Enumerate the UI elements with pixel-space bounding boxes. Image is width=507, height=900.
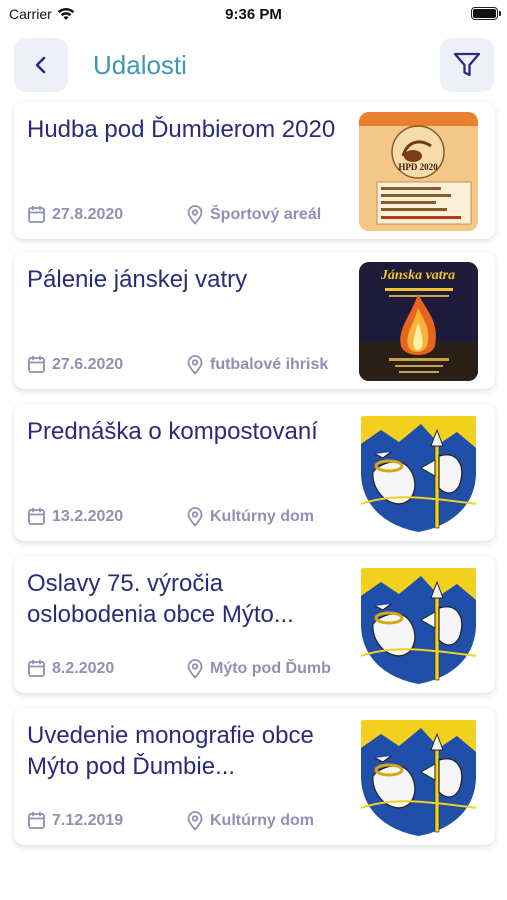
event-card[interactable]: Prednáška o kompostovaní 13.2.2020 Kultú… xyxy=(14,404,495,541)
event-place: futbalové ihrisk xyxy=(186,355,336,375)
event-place: Kultúrny dom xyxy=(186,811,336,831)
event-date: 8.2.2020 xyxy=(27,659,114,678)
event-card[interactable]: Pálenie jánskej vatry 27.6.2020 futbalov… xyxy=(14,252,495,389)
page-title: Udalosti xyxy=(93,50,187,80)
chevron-left-icon xyxy=(35,56,46,74)
calendar-icon xyxy=(28,659,45,677)
event-title: Uvedenie monografie obce Mýto pod Ďumbie… xyxy=(27,722,314,780)
poster-vatra-text: Jánska vatra xyxy=(380,268,455,283)
battery-icon xyxy=(471,7,501,20)
event-place: Mýto pod Ďumb xyxy=(186,659,336,679)
event-list[interactable]: Hudba pod Ďumbierom 2020 27.8.2020 Šport… xyxy=(0,100,507,900)
event-date-label: 7.12.2019 xyxy=(52,811,124,829)
event-place-label: Kultúrny dom xyxy=(210,812,314,829)
poster-hpd-text: HPD 2020 xyxy=(398,162,438,172)
coat-of-arms-graphic xyxy=(359,414,478,533)
event-date: 27.6.2020 xyxy=(27,355,123,374)
calendar-icon xyxy=(28,355,45,373)
event-place: Kultúrny dom xyxy=(186,507,336,527)
event-title: Oslavy 75. výročia oslobodenia obce Mýto… xyxy=(27,570,294,628)
location-pin-icon xyxy=(187,205,203,225)
event-title: Pálenie jánskej vatry xyxy=(27,266,248,293)
location-pin-icon xyxy=(187,507,203,527)
event-date-label: 27.8.2020 xyxy=(52,205,124,223)
calendar-icon xyxy=(28,507,45,525)
calendar-icon xyxy=(28,811,45,829)
poster-bonfire-graphic: Jánska vatra xyxy=(359,262,478,381)
location-pin-icon xyxy=(187,659,203,679)
event-place: Športový areál xyxy=(186,205,336,225)
event-place-label: Kultúrny dom xyxy=(210,508,314,525)
event-title: Prednáška o kompostovaní xyxy=(27,418,318,445)
event-poster-image: HPD 2020 xyxy=(359,112,478,231)
event-place-label: futbalové ihrisk xyxy=(210,356,329,373)
status-bar: Carrier 9:36 PM xyxy=(0,0,507,30)
coat-of-arms-graphic xyxy=(359,718,478,837)
event-card[interactable]: Uvedenie monografie obce Mýto pod Ďumbie… xyxy=(14,708,495,845)
navigation-header: Udalosti xyxy=(0,38,507,94)
event-date: 27.8.2020 xyxy=(27,205,123,224)
event-card[interactable]: Hudba pod Ďumbierom 2020 27.8.2020 Šport… xyxy=(14,102,495,239)
event-date-label: 8.2.2020 xyxy=(52,659,115,677)
filter-button[interactable] xyxy=(440,38,494,92)
clock: 9:36 PM xyxy=(225,6,282,23)
event-date: 7.12.2019 xyxy=(27,811,123,830)
event-title: Hudba pod Ďumbierom 2020 xyxy=(27,116,336,143)
coat-of-arms-image xyxy=(359,566,478,685)
filter-icon xyxy=(453,52,481,77)
event-date-label: 13.2.2020 xyxy=(52,507,124,525)
location-pin-icon xyxy=(187,355,203,375)
event-date: 13.2.2020 xyxy=(27,507,123,526)
calendar-icon xyxy=(28,205,45,223)
coat-of-arms-image xyxy=(359,414,478,533)
back-button[interactable] xyxy=(14,38,68,92)
event-date-label: 27.6.2020 xyxy=(52,355,124,373)
coat-of-arms-image xyxy=(359,718,478,837)
event-poster-image: Jánska vatra xyxy=(359,262,478,381)
event-place-label: Mýto pod Ďumb xyxy=(210,660,331,677)
coat-of-arms-graphic xyxy=(359,566,478,685)
event-card[interactable]: Oslavy 75. výročia oslobodenia obce Mýto… xyxy=(14,556,495,693)
poster-hpd-graphic: HPD 2020 xyxy=(359,112,478,231)
event-place-label: Športový areál xyxy=(210,206,322,223)
location-pin-icon xyxy=(187,811,203,831)
